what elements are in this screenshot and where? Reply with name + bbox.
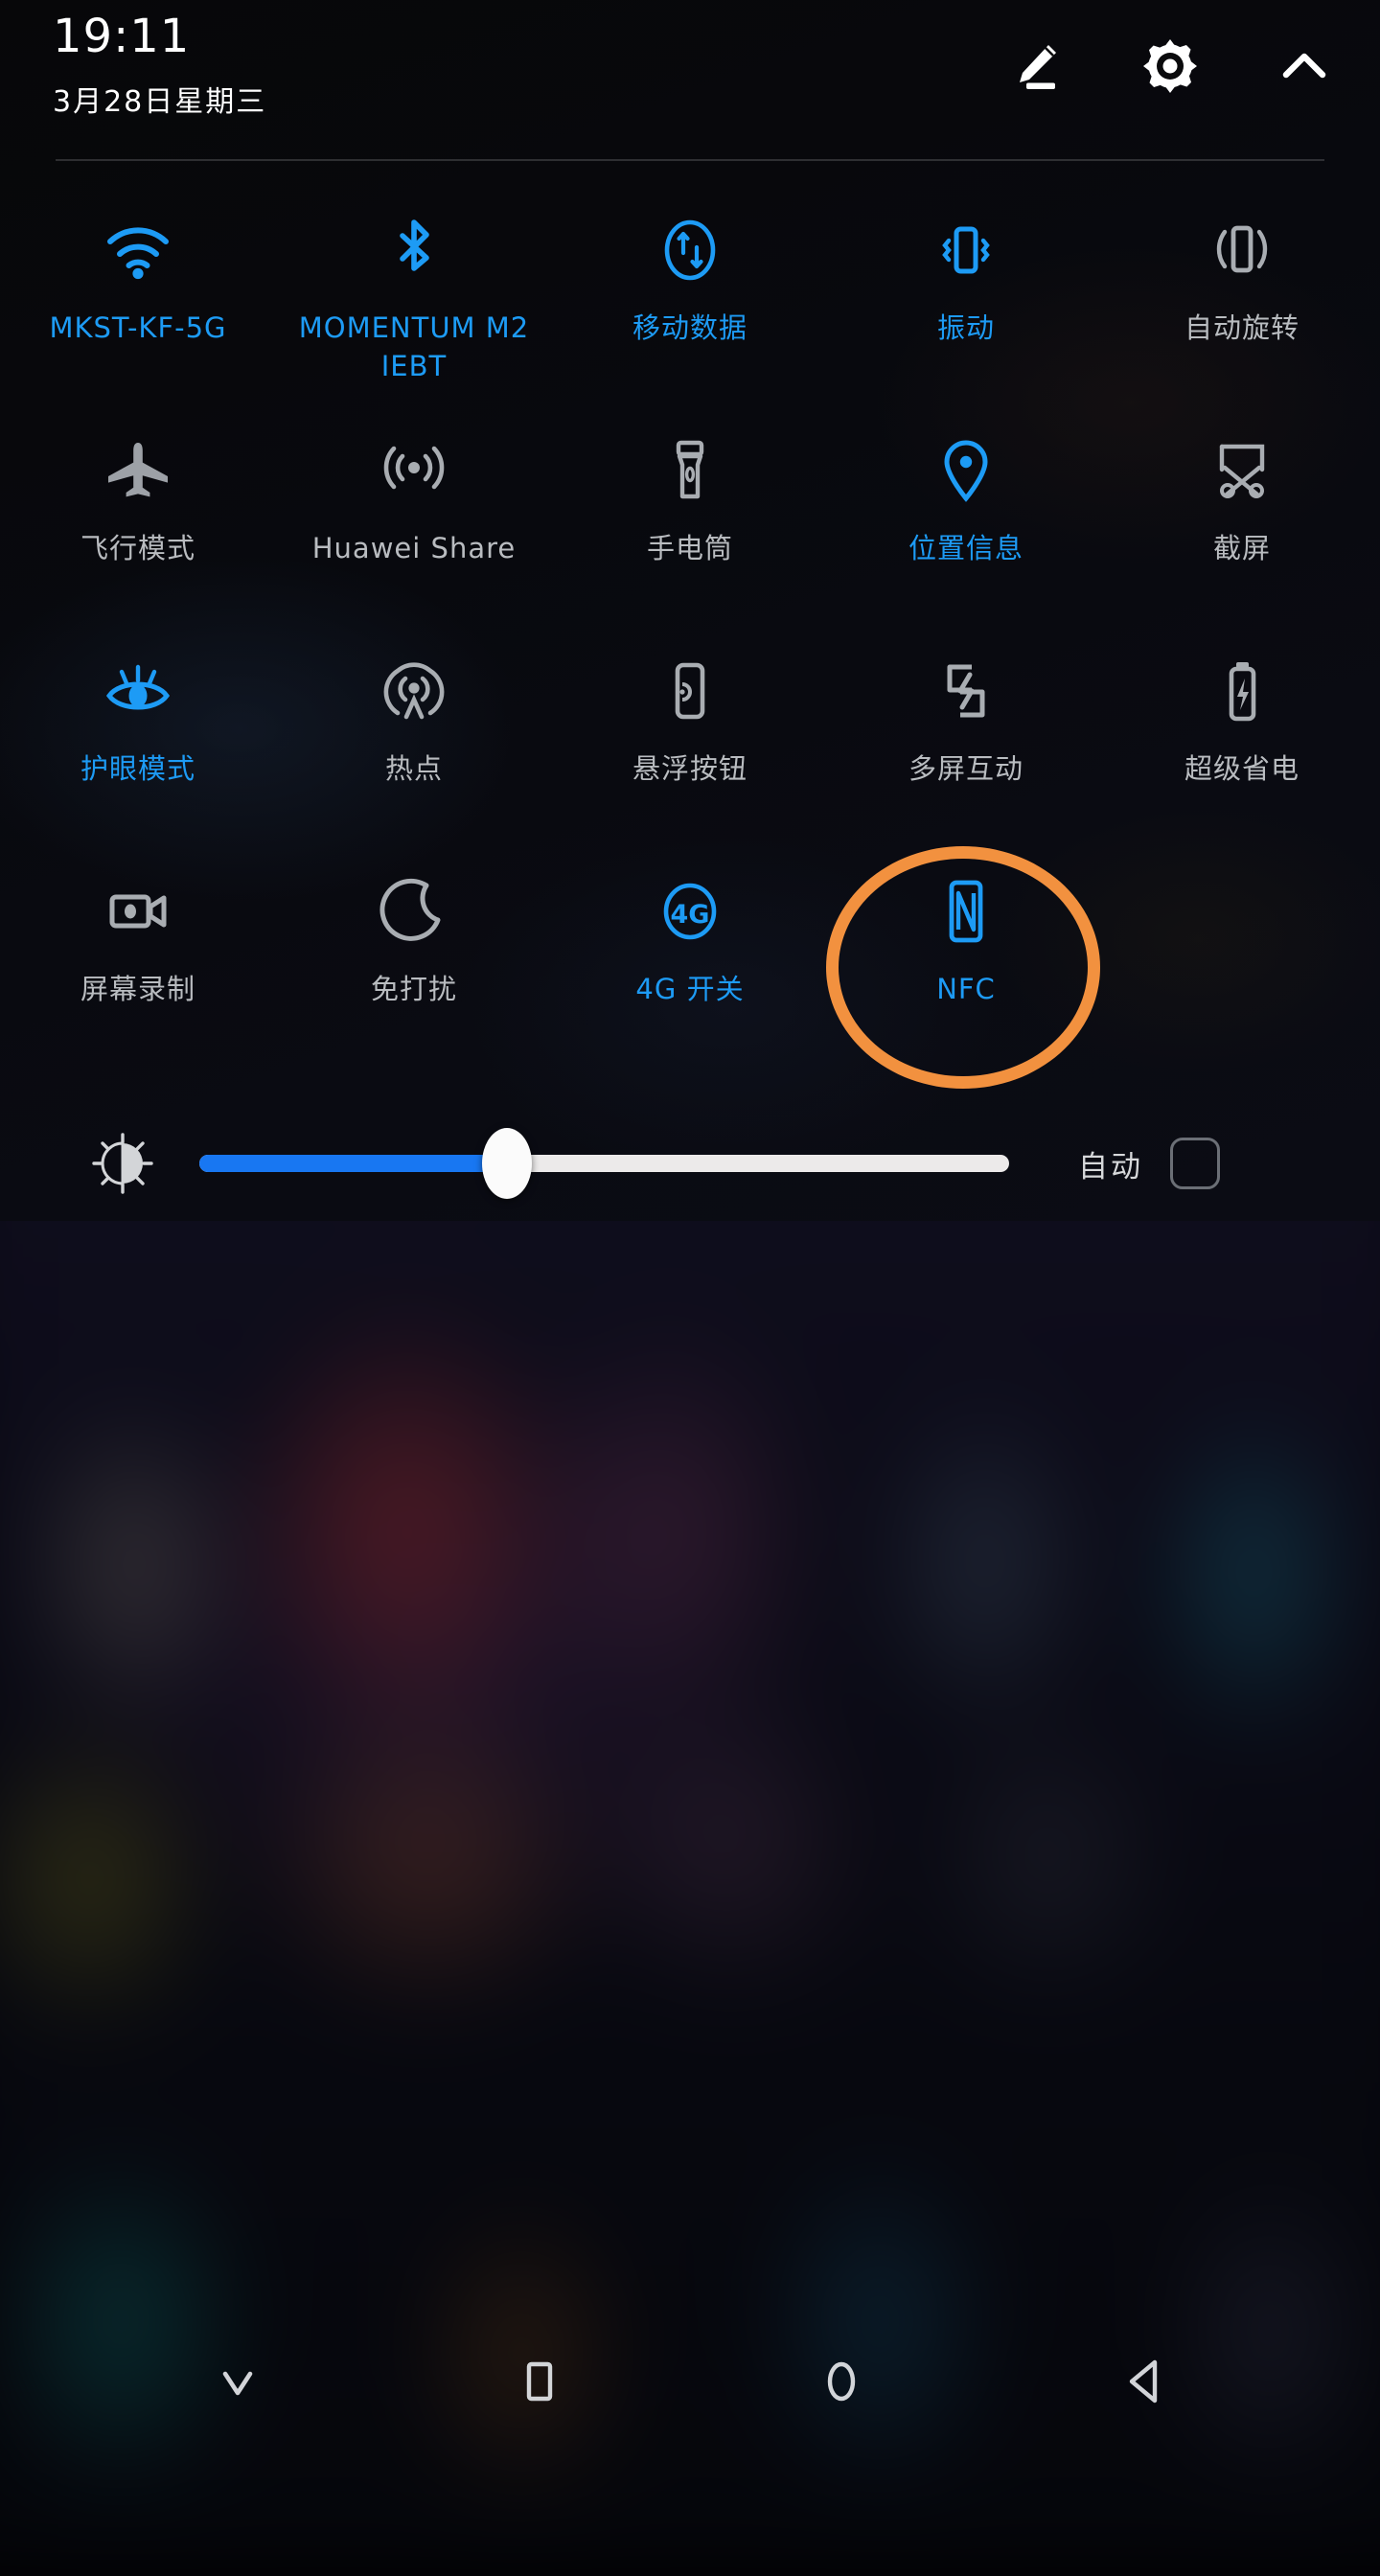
tile-mobile-data[interactable]: 移动数据 (552, 192, 828, 412)
brightness-row: 自动 (0, 1107, 1380, 1220)
tile-label: 位置信息 (908, 532, 1024, 564)
super-saver-icon (1205, 654, 1279, 728)
tile-label: 护眼模式 (80, 752, 196, 785)
vibrate-icon (929, 213, 1003, 288)
svg-text:4G: 4G (671, 900, 710, 930)
wifi-icon (101, 213, 175, 288)
collapse-icon[interactable] (207, 2351, 268, 2412)
navigation-bar (0, 2310, 1380, 2453)
tile-flashlight[interactable]: 手电筒 (552, 412, 828, 632)
eye-care-icon (101, 654, 175, 728)
brightness-slider[interactable] (199, 1128, 1009, 1199)
brightness-slider-fill (199, 1155, 508, 1172)
auto-rotate-icon (1205, 213, 1279, 288)
back-icon[interactable] (1113, 2351, 1174, 2412)
tile-auto-rotate[interactable]: 自动旋转 (1104, 192, 1380, 412)
tile-nfc[interactable]: NFC (828, 853, 1104, 1073)
auto-brightness-label: 自动 (1078, 1149, 1143, 1184)
tile-screenshot[interactable]: 截屏 (1104, 412, 1380, 632)
tile-label: 热点 (384, 752, 443, 785)
tile-label: 飞行模式 (80, 532, 196, 564)
recents-icon[interactable] (509, 2351, 570, 2412)
tile-vibrate[interactable]: 振动 (828, 192, 1104, 412)
airplane-icon (101, 433, 175, 508)
tile-label: 自动旋转 (1184, 311, 1300, 344)
nfc-icon (929, 874, 1003, 949)
tile-label: Huawei Share (311, 532, 517, 564)
tile-label: 多屏互动 (908, 752, 1024, 785)
status-date: 3月28日星期三 (53, 85, 267, 119)
huawei-share-icon (377, 433, 451, 508)
tile-label: 截屏 (1212, 532, 1271, 564)
tile-huawei-share[interactable]: Huawei Share (276, 412, 552, 632)
tile-super-saver[interactable]: 超级省电 (1104, 632, 1380, 853)
tile-label: 屏幕录制 (80, 973, 196, 1005)
tile-label: 移动数据 (632, 311, 748, 344)
brightness-icon (91, 1132, 154, 1195)
quick-toggle-grid: MKST-KF-5G MOMENTUM M2 IEBT 移动数据 振动 自动旋转… (0, 192, 1380, 1073)
floating-button-icon (653, 654, 727, 728)
tile-wifi[interactable]: MKST-KF-5G (0, 192, 276, 412)
four-g-icon: 4G (653, 874, 727, 949)
gear-icon[interactable] (1140, 36, 1200, 96)
tile-do-not-disturb[interactable]: 免打扰 (276, 853, 552, 1073)
tile-label: 振动 (936, 311, 995, 344)
multi-screen-icon (929, 654, 1003, 728)
tile-screen-record[interactable]: 屏幕录制 (0, 853, 276, 1073)
edit-icon[interactable] (1006, 36, 1066, 96)
tile-label: 超级省电 (1184, 752, 1300, 785)
tile-label: 悬浮按钮 (632, 752, 748, 785)
tile-label: 免打扰 (370, 973, 457, 1005)
tile-label: MOMENTUM M2 IEBT (298, 311, 530, 383)
tile-label: MKST-KF-5G (49, 311, 227, 344)
tile-floating-button[interactable]: 悬浮按钮 (552, 632, 828, 853)
tile-label: 4G 开关 (635, 973, 745, 1005)
brightness-slider-thumb[interactable] (482, 1128, 533, 1199)
do-not-disturb-icon (377, 874, 451, 949)
flashlight-icon (653, 433, 727, 508)
tile-bluetooth[interactable]: MOMENTUM M2 IEBT (276, 192, 552, 412)
tile-eye-care[interactable]: 护眼模式 (0, 632, 276, 853)
tile-airplane-mode[interactable]: 飞行模式 (0, 412, 276, 632)
tile-hotspot[interactable]: 热点 (276, 632, 552, 853)
auto-brightness-checkbox[interactable] (1170, 1138, 1220, 1189)
tile-label: NFC (936, 973, 996, 1005)
status-clock: 19:11 (53, 10, 191, 63)
bluetooth-icon (377, 213, 451, 288)
location-pin-icon (929, 433, 1003, 508)
chevron-up-icon[interactable] (1275, 36, 1334, 96)
tile-label: 手电筒 (646, 532, 733, 564)
tile-4g-switch[interactable]: 4G 4G 开关 (552, 853, 828, 1073)
header-divider (56, 159, 1324, 161)
header-actions (1006, 36, 1334, 96)
panel-header: 19:11 3月28日星期三 (0, 0, 1380, 161)
screenshot-icon (1205, 433, 1279, 508)
quick-settings-panel: 19:11 3月28日星期三 MKST-KF-5G MOMENTUM M2 IE… (0, 0, 1380, 1221)
tile-location[interactable]: 位置信息 (828, 412, 1104, 632)
mobile-data-icon (653, 213, 727, 288)
home-icon[interactable] (811, 2351, 872, 2412)
hotspot-icon (377, 654, 451, 728)
screen-record-icon (101, 874, 175, 949)
tile-multi-screen[interactable]: 多屏互动 (828, 632, 1104, 853)
